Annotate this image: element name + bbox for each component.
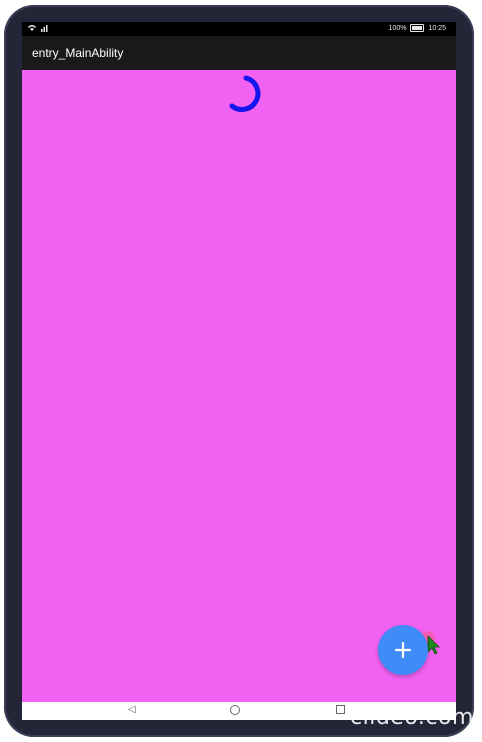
status-bar: 100% 10:25 bbox=[22, 22, 456, 36]
main-content bbox=[22, 70, 456, 702]
nav-home-icon[interactable] bbox=[230, 705, 240, 715]
loading-spinner bbox=[229, 75, 261, 112]
add-fab-button[interactable] bbox=[378, 625, 428, 675]
clock: 10:25 bbox=[428, 24, 446, 32]
signal-icon bbox=[40, 24, 48, 34]
battery-percentage: 100% bbox=[388, 24, 407, 32]
watermark: clideo.com bbox=[350, 705, 474, 730]
status-left bbox=[28, 24, 48, 34]
wifi-icon bbox=[28, 24, 36, 34]
plus-icon bbox=[394, 641, 412, 659]
app-title-bar: entry_MainAbility bbox=[22, 36, 456, 70]
nav-recent-apps-icon[interactable] bbox=[336, 705, 345, 714]
app-title: entry_MainAbility bbox=[32, 46, 124, 60]
screen: 100% 10:25 entry_MainAbility ◁ bbox=[22, 22, 456, 720]
status-right: 100% 10:25 bbox=[389, 24, 446, 32]
nav-back-icon[interactable]: ◁ bbox=[128, 704, 136, 715]
battery-icon bbox=[410, 24, 425, 32]
